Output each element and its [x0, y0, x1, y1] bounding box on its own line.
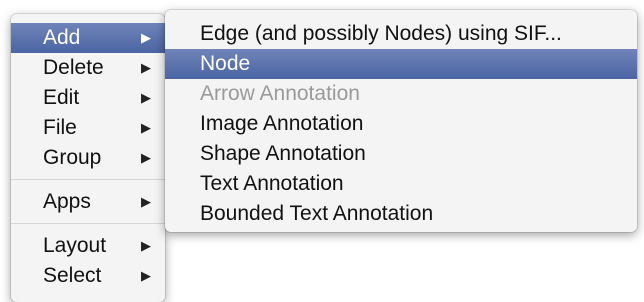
menu-item-label: Layout [43, 234, 107, 257]
menu-item-label: Group [43, 146, 102, 169]
submenu-item-text-annotation[interactable]: Text Annotation [165, 169, 637, 199]
menu-item-layout[interactable]: Layout ▶ [11, 231, 165, 261]
menu-item-label: Apps [43, 190, 91, 213]
submenu-item-bounded-text-annotation[interactable]: Bounded Text Annotation [165, 199, 637, 229]
submenu-item-arrow-annotation: Arrow Annotation [200, 82, 360, 105]
menu-item-apps[interactable]: Apps ▶ [11, 187, 165, 217]
menu-item-add[interactable]: Add ▶ [11, 23, 165, 53]
menu-item-label: Edit [43, 86, 80, 109]
submenu-item-edge-and-possibly-nodes-using-sif[interactable]: Edge (and possibly Nodes) using SIF... [165, 19, 637, 49]
submenu-arrow-icon: ▶ [141, 238, 151, 253]
submenu-item-shape-annotation[interactable]: Shape Annotation [165, 139, 637, 169]
submenu-item-image-annotation[interactable]: Image Annotation [165, 109, 637, 139]
menu-item-group[interactable]: Group ▶ [11, 143, 165, 173]
submenu-item-node[interactable]: Node [165, 49, 637, 79]
submenu-arrow-icon: ▶ [141, 60, 151, 75]
menu-separator [11, 179, 165, 180]
add-submenu: Edge (and possibly Nodes) using SIF... No… [165, 10, 637, 232]
menu-item-label: Select [43, 264, 102, 287]
submenu-arrow-icon: ▶ [141, 30, 151, 45]
menu-item-edit[interactable]: Edit ▶ [11, 83, 165, 113]
menu-item-delete[interactable]: Delete ▶ [11, 53, 165, 83]
menu-item-label: Delete [43, 56, 104, 79]
menu-item-label: Add [43, 26, 81, 49]
submenu-arrow-icon: ▶ [141, 268, 151, 283]
submenu-arrow-icon: ▶ [141, 90, 151, 105]
menu-item-label: File [43, 116, 77, 139]
menu-item-select[interactable]: Select ▶ [11, 261, 165, 291]
submenu-arrow-icon: ▶ [141, 194, 151, 209]
menu-separator [11, 223, 165, 224]
submenu-arrow-icon: ▶ [141, 120, 151, 135]
context-menu: Add ▶ Delete ▶ Edit ▶ File ▶ Group ▶ Apps ▶ Layout ▶ S… [11, 14, 165, 302]
submenu-arrow-icon: ▶ [141, 150, 151, 165]
menu-item-file[interactable]: File ▶ [11, 113, 165, 143]
